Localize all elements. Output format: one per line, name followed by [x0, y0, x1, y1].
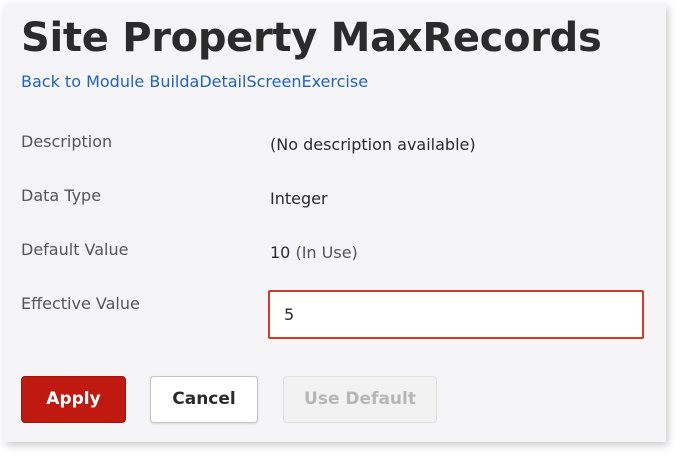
- description-label: Description: [21, 132, 113, 151]
- data-type-label: Data Type: [21, 186, 102, 205]
- default-value-in-use-note: (In Use): [295, 243, 358, 262]
- apply-button[interactable]: Apply: [21, 376, 126, 423]
- site-property-panel: Site Property MaxRecords Back to Module …: [4, 4, 666, 442]
- cancel-button[interactable]: Cancel: [150, 376, 258, 423]
- data-type-value: Integer: [270, 189, 328, 208]
- effective-value-input[interactable]: [268, 290, 644, 339]
- default-value-text: 10 (In Use): [270, 243, 358, 262]
- default-value-number: 10: [270, 243, 291, 262]
- back-to-module-link[interactable]: Back to Module BuildaDetailScreenExercis…: [21, 72, 368, 91]
- description-value: (No description available): [270, 135, 476, 154]
- use-default-button[interactable]: Use Default: [283, 376, 437, 423]
- default-value-label: Default Value: [21, 240, 129, 259]
- page-title: Site Property MaxRecords: [21, 15, 602, 61]
- effective-value-label: Effective Value: [21, 294, 140, 313]
